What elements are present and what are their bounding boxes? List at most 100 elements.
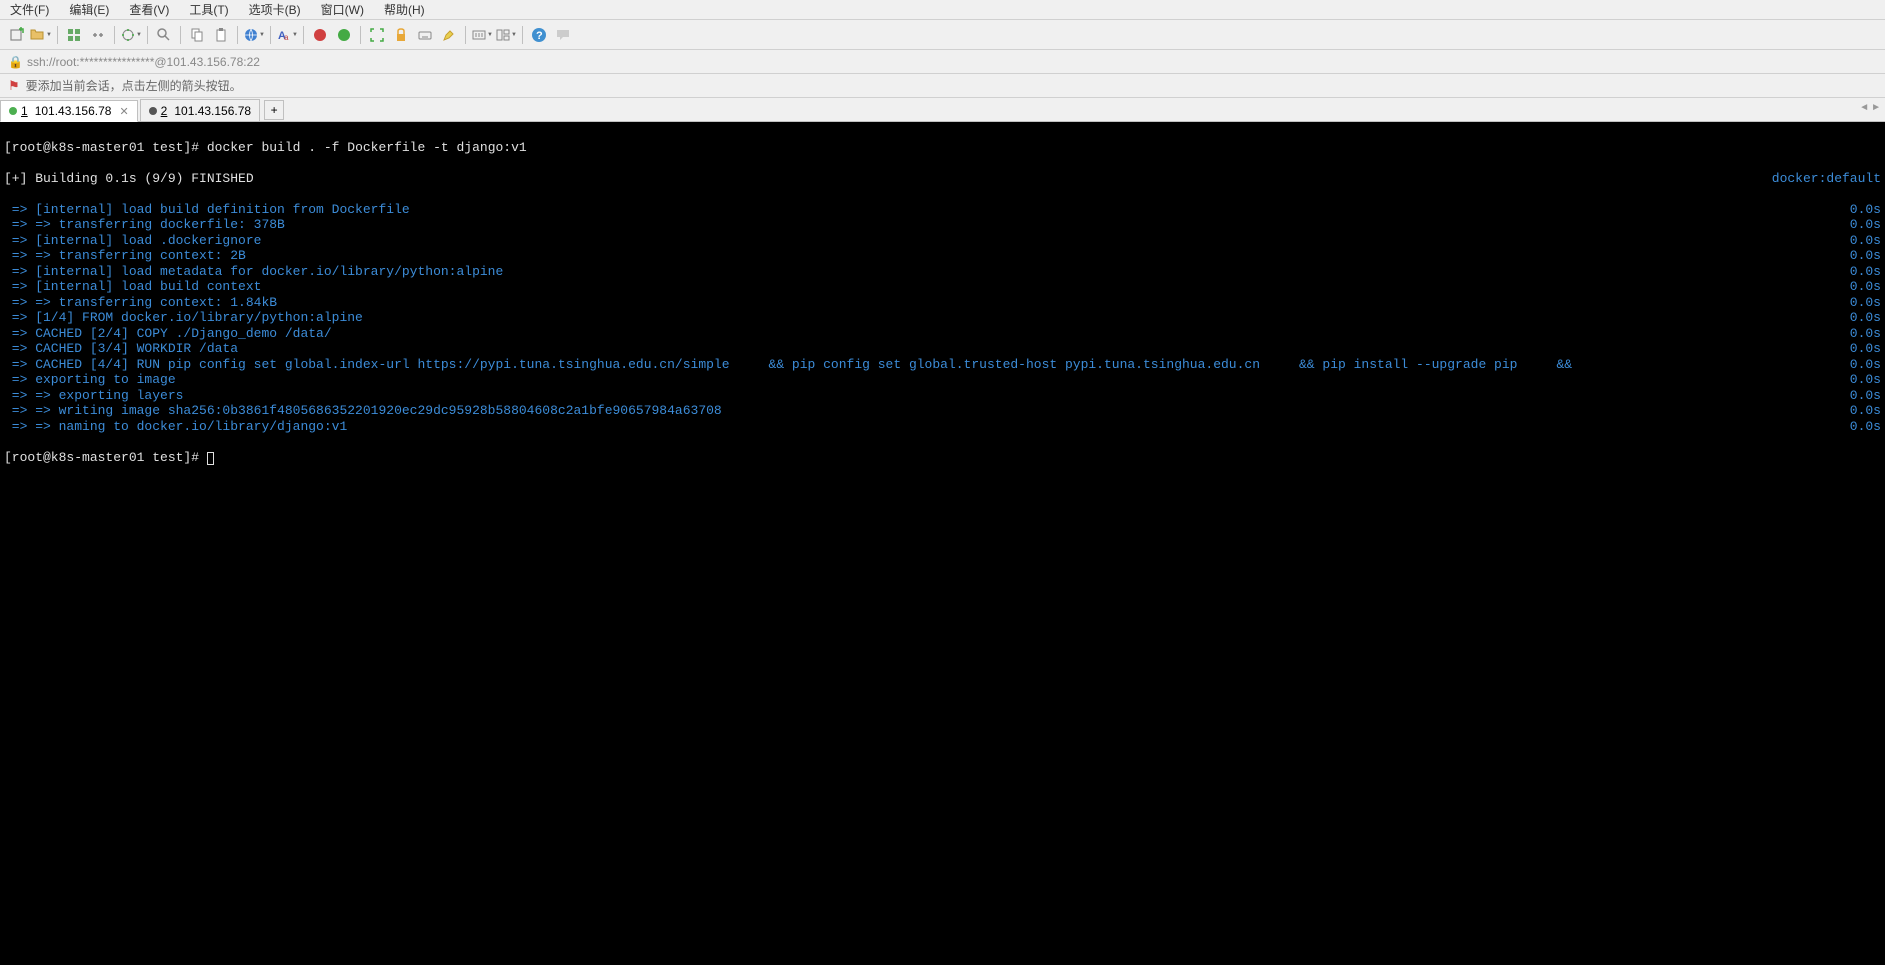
status-dot-icon	[149, 107, 157, 115]
flag-icon[interactable]: ⚑	[8, 78, 20, 94]
terminal-timing: 0.0s	[1850, 233, 1881, 249]
highlight-icon[interactable]	[438, 24, 460, 46]
fullscreen-icon[interactable]	[366, 24, 388, 46]
terminal-line: => [internal] load .dockerignore0.0s	[4, 233, 1881, 249]
terminal-output: => [1/4] FROM docker.io/library/python:a…	[4, 310, 363, 326]
terminal-line: => [internal] load build definition from…	[4, 202, 1881, 218]
terminal-line: => CACHED [4/4] RUN pip config set globa…	[4, 357, 1881, 373]
properties-icon[interactable]: ▼	[120, 24, 142, 46]
tip-bar: ⚑ 要添加当前会话，点击左侧的箭头按钮。	[0, 74, 1885, 98]
svg-text:?: ?	[536, 30, 543, 42]
tab-nav-left-icon[interactable]: ◄	[1859, 102, 1869, 113]
menu-tabs[interactable]: 选项卡(B)	[243, 0, 307, 20]
disconnect-icon[interactable]	[87, 24, 109, 46]
terminal-timing: 0.0s	[1850, 419, 1881, 435]
terminal-prompt: [root@k8s-master01 test]#	[4, 140, 207, 155]
tab-nav-right-icon[interactable]: ►	[1871, 102, 1881, 113]
search-icon[interactable]	[153, 24, 175, 46]
terminal-line: => => transferring dockerfile: 378B0.0s	[4, 217, 1881, 233]
separator	[465, 26, 466, 44]
terminal-timing: 0.0s	[1850, 341, 1881, 357]
tab-nav: ◄ ►	[1859, 102, 1881, 113]
separator	[360, 26, 361, 44]
terminal-timing: 0.0s	[1850, 403, 1881, 419]
tab-number: 2	[161, 104, 168, 118]
separator	[237, 26, 238, 44]
tab-bar: 1 101.43.156.78 ✕ 2 101.43.156.78 + ◄ ►	[0, 98, 1885, 122]
transfer-icon[interactable]: ▼	[471, 24, 493, 46]
terminal-output: [+] Building 0.1s (9/9) FINISHED	[4, 171, 254, 187]
terminal-timing: 0.0s	[1850, 295, 1881, 311]
menu-bar: 文件(F) 编辑(E) 查看(V) 工具(T) 选项卡(B) 窗口(W) 帮助(…	[0, 0, 1885, 20]
globe-icon[interactable]: ▼	[243, 24, 265, 46]
terminal-line: => => transferring context: 2B 0.0s	[4, 248, 1881, 264]
lock-icon: 🔒	[8, 55, 23, 69]
terminal-timing: 0.0s	[1850, 372, 1881, 388]
separator	[270, 26, 271, 44]
help-icon[interactable]: ?	[528, 24, 550, 46]
open-folder-icon[interactable]: ▼	[30, 24, 52, 46]
stop-icon[interactable]	[333, 24, 355, 46]
terminal-line: => CACHED [2/4] COPY ./Django_demo /data…	[4, 326, 1881, 342]
terminal-output: => CACHED [2/4] COPY ./Django_demo /data…	[4, 326, 332, 342]
tab-label: 101.43.156.78	[174, 104, 251, 118]
terminal-output: docker:default	[1772, 171, 1881, 187]
separator	[522, 26, 523, 44]
terminal-output: => CACHED [3/4] WORKDIR /data	[4, 341, 238, 357]
new-session-icon[interactable]	[6, 24, 28, 46]
menu-file[interactable]: 文件(F)	[4, 0, 55, 20]
terminal-output: => => writing image sha256:0b3861f480568…	[4, 403, 722, 419]
address-text[interactable]: ssh://root:****************@101.43.156.7…	[27, 55, 260, 69]
keyboard-icon[interactable]	[414, 24, 436, 46]
terminal-timing: 0.0s	[1850, 388, 1881, 404]
layout-icon[interactable]: ▼	[495, 24, 517, 46]
menu-view[interactable]: 查看(V)	[123, 0, 175, 20]
terminal-line: => [internal] load build context 0.0s	[4, 279, 1881, 295]
terminal-line: => exporting to image0.0s	[4, 372, 1881, 388]
menu-edit[interactable]: 编辑(E)	[63, 0, 115, 20]
terminal-output: => [internal] load metadata for docker.i…	[4, 264, 503, 280]
toolbar: ▼ ▼ ▼ Aa▼ ▼ ▼ ?	[0, 20, 1885, 50]
terminal-output: => CACHED [4/4] RUN pip config set globa…	[4, 357, 1572, 373]
menu-help[interactable]: 帮助(H)	[378, 0, 431, 20]
tab-close-icon[interactable]: ✕	[119, 105, 128, 118]
separator	[147, 26, 148, 44]
copy-icon[interactable]	[186, 24, 208, 46]
terminal-timing: 0.0s	[1850, 326, 1881, 342]
terminal-output: => [internal] load build definition from…	[4, 202, 410, 218]
lock-icon[interactable]	[390, 24, 412, 46]
terminal-timing: 0.0s	[1850, 279, 1881, 295]
tab-session-2[interactable]: 2 101.43.156.78	[140, 99, 260, 121]
tab-add-button[interactable]: +	[264, 100, 284, 120]
terminal-output: => [internal] load build context	[4, 279, 261, 295]
terminal-line: => => writing image sha256:0b3861f480568…	[4, 403, 1881, 419]
chat-icon[interactable]	[552, 24, 574, 46]
terminal-command: docker build . -f Dockerfile -t django:v…	[207, 140, 527, 155]
terminal-output: => => transferring context: 1.84kB	[4, 295, 277, 311]
separator	[114, 26, 115, 44]
status-dot-icon	[9, 107, 17, 115]
terminal[interactable]: [root@k8s-master01 test]# docker build .…	[0, 122, 1885, 965]
separator	[57, 26, 58, 44]
terminal-output: => => exporting layers	[4, 388, 183, 404]
terminal-line: => => transferring context: 1.84kB 0.0s	[4, 295, 1881, 311]
terminal-output: => => transferring context: 2B	[4, 248, 246, 264]
menu-window[interactable]: 窗口(W)	[315, 0, 370, 20]
terminal-line: => [1/4] FROM docker.io/library/python:a…	[4, 310, 1881, 326]
reconnect-icon[interactable]	[63, 24, 85, 46]
menu-tools[interactable]: 工具(T)	[183, 0, 234, 20]
terminal-timing: 0.0s	[1850, 357, 1881, 373]
font-icon[interactable]: Aa▼	[276, 24, 298, 46]
terminal-timing: 0.0s	[1850, 264, 1881, 280]
address-bar: 🔒 ssh://root:****************@101.43.156…	[0, 50, 1885, 74]
terminal-cursor	[207, 452, 214, 465]
terminal-timing: 0.0s	[1850, 202, 1881, 218]
tip-text: 要添加当前会话，点击左侧的箭头按钮。	[26, 77, 242, 94]
terminal-timing: 0.0s	[1850, 248, 1881, 264]
record-icon[interactable]	[309, 24, 331, 46]
svg-text:a: a	[284, 33, 289, 42]
paste-icon[interactable]	[210, 24, 232, 46]
separator	[180, 26, 181, 44]
terminal-output: => => transferring dockerfile: 378B	[4, 217, 285, 233]
tab-session-1[interactable]: 1 101.43.156.78 ✕	[0, 100, 138, 122]
